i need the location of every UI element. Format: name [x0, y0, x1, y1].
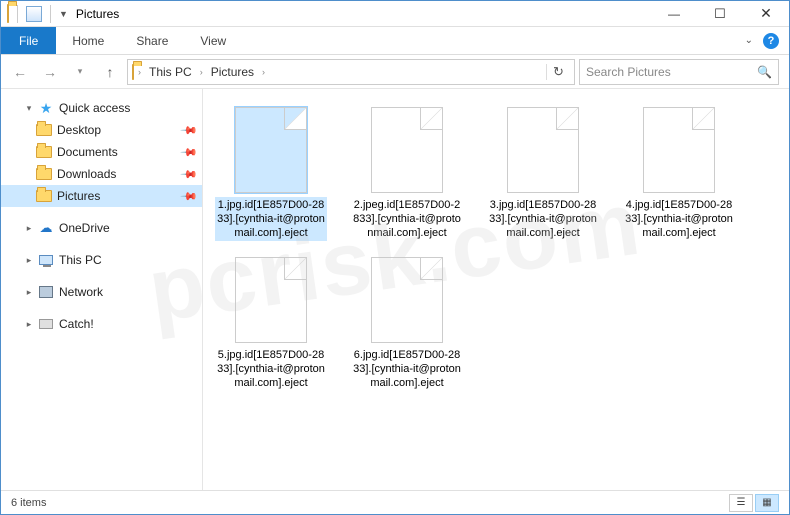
location-folder-icon	[132, 65, 134, 79]
nav-pictures[interactable]: Pictures 📌	[1, 185, 202, 207]
address-row: ← → ▾ ↑ › This PC › Pictures › ↻ Search …	[1, 55, 789, 89]
file-tab[interactable]: File	[1, 27, 56, 54]
file-name: 4.jpg.id[1E857D00-2833].[cynthia-it@prot…	[623, 197, 735, 241]
chevron-right-icon[interactable]: ▸	[21, 255, 37, 266]
body: ▾ ★ Quick access Desktop 📌 Documents 📌 D…	[1, 89, 789, 490]
search-box[interactable]: Search Pictures 🔍	[579, 59, 779, 85]
file-item[interactable]: 4.jpg.id[1E857D00-2833].[cynthia-it@prot…	[623, 107, 735, 241]
file-icon	[235, 107, 307, 193]
nav-label: Documents	[57, 145, 118, 159]
folder-icon	[35, 143, 53, 161]
drive-icon	[37, 315, 55, 333]
app-folder-icon	[7, 5, 9, 23]
file-icon	[643, 107, 715, 193]
nav-thispc[interactable]: ▸ This PC	[1, 249, 202, 271]
file-name: 3.jpg.id[1E857D00-2833].[cynthia-it@prot…	[487, 197, 599, 241]
help-icon[interactable]: ?	[763, 33, 779, 49]
ribbon: File Home Share View ⌄ ?	[1, 27, 789, 55]
tab-view[interactable]: View	[184, 27, 242, 54]
file-name: 2.jpeg.id[1E857D00-2833].[cynthia-it@pro…	[351, 197, 463, 241]
close-button[interactable]: ✕	[743, 1, 789, 27]
chevron-right-icon[interactable]: ▸	[21, 223, 37, 234]
nav-quick-access[interactable]: ▾ ★ Quick access	[1, 97, 202, 119]
minimize-button[interactable]: —	[651, 1, 697, 27]
chevron-down-icon[interactable]: ▾	[21, 103, 37, 114]
network-icon	[37, 283, 55, 301]
file-icon	[371, 107, 443, 193]
star-icon: ★	[37, 99, 55, 117]
nav-label: Pictures	[57, 189, 100, 203]
file-icon	[507, 107, 579, 193]
chevron-right-icon[interactable]: ▸	[21, 319, 37, 330]
cloud-icon: ☁	[37, 219, 55, 237]
chevron-right-icon[interactable]: ›	[262, 67, 265, 77]
nav-label: OneDrive	[59, 221, 110, 235]
recent-locations-button[interactable]: ▾	[67, 59, 93, 85]
file-list[interactable]: 1.jpg.id[1E857D00-2833].[cynthia-it@prot…	[203, 89, 789, 490]
title-bar: ▼ Pictures — ☐ ✕	[1, 1, 789, 27]
file-item[interactable]: 3.jpg.id[1E857D00-2833].[cynthia-it@prot…	[487, 107, 599, 241]
file-name: 1.jpg.id[1E857D00-2833].[cynthia-it@prot…	[215, 197, 327, 241]
file-icon	[371, 257, 443, 343]
file-name: 5.jpg.id[1E857D00-2833].[cynthia-it@prot…	[215, 347, 327, 391]
tab-share[interactable]: Share	[120, 27, 184, 54]
file-item[interactable]: 1.jpg.id[1E857D00-2833].[cynthia-it@prot…	[215, 107, 327, 241]
chevron-right-icon[interactable]: ›	[138, 67, 141, 77]
file-item[interactable]: 6.jpg.id[1E857D00-2833].[cynthia-it@prot…	[351, 257, 463, 391]
tab-home[interactable]: Home	[56, 27, 120, 54]
qat-dropdown-icon[interactable]: ▼	[59, 9, 68, 19]
nav-onedrive[interactable]: ▸ ☁ OneDrive	[1, 217, 202, 239]
ribbon-expand-icon[interactable]: ⌄	[745, 35, 753, 46]
pin-icon: 📌	[180, 165, 199, 184]
pin-icon: 📌	[180, 187, 199, 206]
navigation-pane: ▾ ★ Quick access Desktop 📌 Documents 📌 D…	[1, 89, 203, 490]
nav-label: Network	[59, 285, 103, 299]
folder-icon	[35, 121, 53, 139]
nav-label: Catch!	[59, 317, 94, 331]
folder-icon	[35, 165, 53, 183]
nav-label: Desktop	[57, 123, 101, 137]
view-icons-button[interactable]: ▦	[755, 494, 779, 512]
nav-label: Downloads	[57, 167, 116, 181]
chevron-right-icon[interactable]: ›	[200, 67, 203, 77]
file-item[interactable]: 2.jpeg.id[1E857D00-2833].[cynthia-it@pro…	[351, 107, 463, 241]
nav-label: Quick access	[59, 101, 130, 115]
nav-desktop[interactable]: Desktop 📌	[1, 119, 202, 141]
explorer-window: ▼ Pictures — ☐ ✕ File Home Share View ⌄ …	[0, 0, 790, 515]
up-button[interactable]: ↑	[97, 59, 123, 85]
status-bar: 6 items ☰ ▦	[1, 490, 789, 514]
breadcrumb-pictures[interactable]: Pictures	[207, 63, 258, 81]
back-button[interactable]: ←	[7, 59, 33, 85]
monitor-icon	[37, 251, 55, 269]
nav-downloads[interactable]: Downloads 📌	[1, 163, 202, 185]
refresh-button[interactable]: ↻	[546, 64, 570, 80]
maximize-button[interactable]: ☐	[697, 1, 743, 27]
status-count: 6 items	[11, 497, 46, 509]
pin-icon: 📌	[180, 121, 199, 140]
qat-properties-icon[interactable]	[26, 6, 42, 22]
nav-catch[interactable]: ▸ Catch!	[1, 313, 202, 335]
file-name: 6.jpg.id[1E857D00-2833].[cynthia-it@prot…	[351, 347, 463, 391]
nav-label: This PC	[59, 253, 102, 267]
search-placeholder: Search Pictures	[586, 65, 671, 79]
nav-documents[interactable]: Documents 📌	[1, 141, 202, 163]
view-details-button[interactable]: ☰	[729, 494, 753, 512]
window-title: Pictures	[76, 7, 119, 21]
chevron-right-icon[interactable]: ▸	[21, 287, 37, 298]
forward-button[interactable]: →	[37, 59, 63, 85]
separator	[50, 5, 51, 23]
file-item[interactable]: 5.jpg.id[1E857D00-2833].[cynthia-it@prot…	[215, 257, 327, 391]
nav-network[interactable]: ▸ Network	[1, 281, 202, 303]
address-bar[interactable]: › This PC › Pictures › ↻	[127, 59, 575, 85]
separator	[17, 5, 18, 23]
folder-icon	[35, 187, 53, 205]
pin-icon: 📌	[180, 143, 199, 162]
breadcrumb-thispc[interactable]: This PC	[145, 63, 196, 81]
search-icon: 🔍	[757, 65, 772, 79]
file-icon	[235, 257, 307, 343]
